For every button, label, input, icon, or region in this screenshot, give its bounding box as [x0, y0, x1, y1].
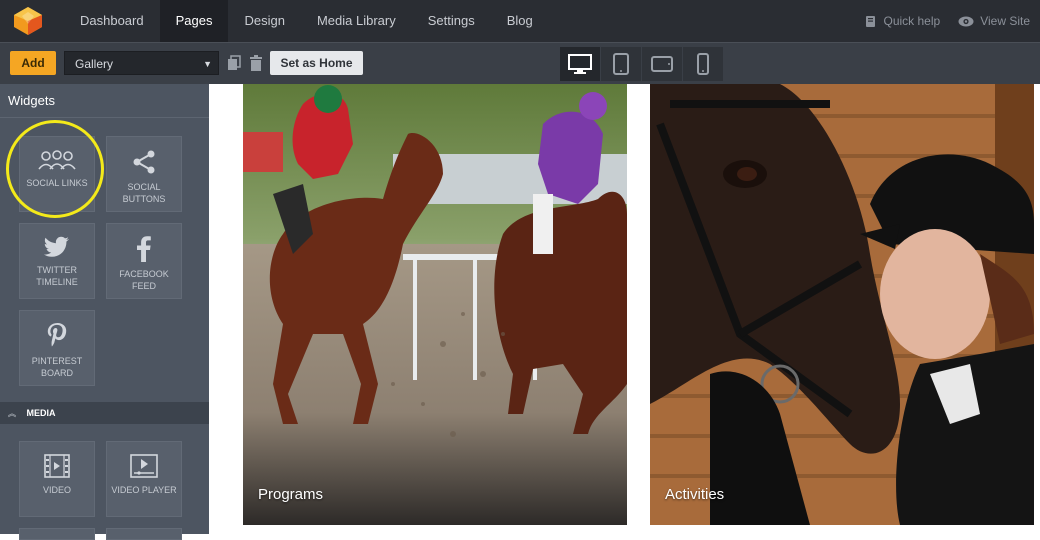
- mobile-icon: [697, 53, 709, 75]
- tablet-icon: [613, 53, 629, 75]
- widget-partial[interactable]: [19, 528, 95, 540]
- gallery-card-activities[interactable]: Activities: [650, 84, 1034, 525]
- widget-label: VIDEO: [42, 485, 71, 495]
- widget-partial[interactable]: [106, 528, 182, 540]
- nav-settings[interactable]: Settings: [412, 0, 491, 42]
- view-site-label: View Site: [980, 14, 1030, 28]
- nav-media-library[interactable]: Media Library: [301, 0, 412, 42]
- copy-icon[interactable]: [227, 55, 241, 71]
- gallery-caption: Programs: [258, 486, 324, 503]
- media-section-title: MEDIA: [26, 408, 56, 418]
- widget-label: SOCIAL LINKS: [26, 178, 88, 188]
- widget-label: PINTEREST BOARD: [31, 356, 83, 378]
- video-icon: [44, 454, 70, 478]
- top-right-links: Quick help View Site: [865, 0, 1030, 42]
- quick-help-link[interactable]: Quick help: [865, 14, 940, 28]
- widget-video[interactable]: VIDEO: [19, 441, 95, 517]
- widget-pinterest-board[interactable]: PINTEREST BOARD: [19, 310, 95, 386]
- eye-icon: [958, 16, 974, 26]
- device-tablet-landscape[interactable]: [642, 47, 683, 81]
- social-links-icon: [38, 150, 76, 170]
- widget-label: TWITTER TIMELINE: [36, 265, 78, 287]
- trash-icon[interactable]: [249, 55, 263, 71]
- gallery-caption: Activities: [665, 486, 725, 503]
- horse-and-rider-photo: [650, 84, 1034, 525]
- tablet-landscape-icon: [651, 56, 673, 72]
- nav-blog[interactable]: Blog: [491, 0, 549, 42]
- view-site-link[interactable]: View Site: [958, 14, 1030, 28]
- chevron-down-icon: ▼: [203, 59, 212, 69]
- set-as-home-button[interactable]: Set as Home: [270, 51, 363, 75]
- widget-video-player[interactable]: VIDEO PLAYER: [106, 441, 182, 517]
- editor-toolbar: Add Gallery ▼ Set as Home: [0, 42, 1040, 84]
- widget-label: VIDEO PLAYER: [111, 485, 177, 495]
- quick-help-label: Quick help: [883, 14, 941, 28]
- brand-logo-icon[interactable]: [12, 6, 44, 36]
- widget-social-buttons[interactable]: SOCIAL BUTTONS: [106, 136, 182, 212]
- twitter-icon: [44, 236, 69, 257]
- device-desktop[interactable]: [560, 47, 601, 81]
- widgets-sidebar: Widgets SOCIAL LINKS SOCIAL BUTTONS TWIT…: [0, 84, 209, 540]
- sidebar-title: Widgets: [0, 84, 209, 118]
- widget-twitter-timeline[interactable]: TWITTER TIMELINE: [19, 223, 95, 299]
- nav-design[interactable]: Design: [228, 0, 300, 42]
- video-player-icon: [130, 454, 158, 478]
- nav-dashboard[interactable]: Dashboard: [64, 0, 160, 42]
- desktop-icon: [568, 54, 592, 74]
- main-nav: Dashboard Pages Design Media Library Set…: [64, 0, 549, 42]
- book-icon: [866, 15, 876, 27]
- widget-social-links[interactable]: SOCIAL LINKS: [19, 136, 95, 212]
- widget-label: FACEBOOK FEED: [119, 269, 169, 291]
- device-switcher: [560, 47, 724, 81]
- device-tablet[interactable]: [601, 47, 642, 81]
- page-select-dropdown[interactable]: Gallery ▼: [64, 51, 219, 75]
- facebook-icon: [137, 236, 151, 262]
- nav-pages[interactable]: Pages: [159, 0, 229, 42]
- page-canvas: Programs Activities: [209, 84, 1040, 534]
- media-section-header[interactable]: ︽ MEDIA: [0, 402, 209, 424]
- widget-facebook-feed[interactable]: FACEBOOK FEED: [106, 223, 182, 299]
- horse-racing-photo: [243, 84, 627, 525]
- widget-label: SOCIAL BUTTONS: [122, 182, 166, 204]
- gallery-card-programs[interactable]: Programs: [243, 84, 627, 525]
- page-select-value: Gallery: [75, 57, 114, 71]
- device-mobile[interactable]: [683, 47, 724, 81]
- add-button[interactable]: Add: [10, 51, 56, 75]
- chevron-up-icon: ︽: [8, 409, 16, 418]
- share-icon: [133, 150, 155, 174]
- pinterest-icon: [47, 323, 67, 347]
- top-navigation-bar: Dashboard Pages Design Media Library Set…: [0, 0, 1040, 42]
